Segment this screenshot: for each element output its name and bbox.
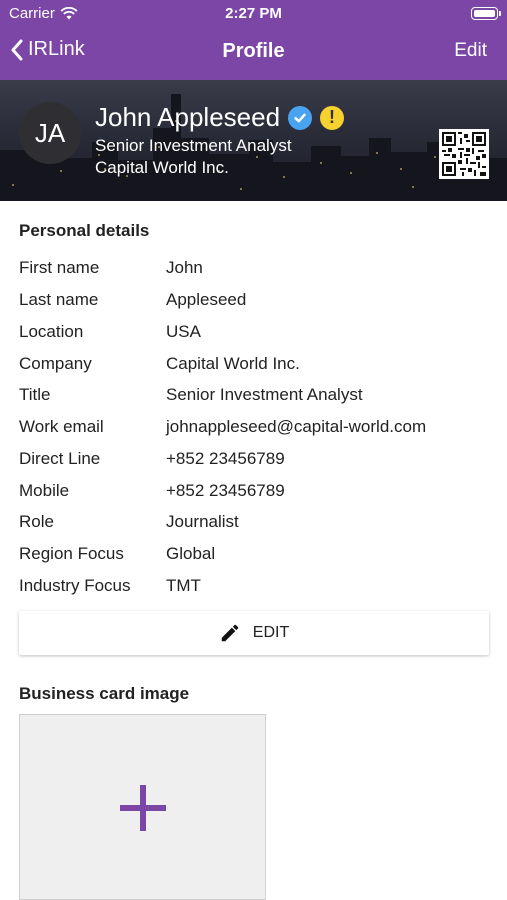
profile-name-row: John Appleseed ! [95,102,345,133]
page-title: Profile [222,40,285,62]
detail-label: Company [19,354,92,373]
detail-label: Title [19,385,51,404]
warning-icon[interactable]: ! [320,105,345,130]
status-bar: Carrier 2:27 PM [0,0,507,28]
qr-code-icon[interactable] [439,129,489,179]
detail-label: Industry Focus [19,576,131,595]
profile-banner: JA John Appleseed ! Senior Investment An… [0,80,507,201]
detail-value: Global [166,544,216,563]
detail-label: Last name [19,290,99,309]
detail-row-direct-line: Direct Line +852 23456789 [0,449,507,481]
detail-row-last-name: Last name Appleseed [0,290,507,322]
plus-icon [120,785,166,831]
detail-value: Journalist [166,512,239,531]
detail-value: Capital World Inc. [166,354,300,373]
detail-row-work-email: Work email johnappleseed@capital-world.c… [0,417,507,449]
detail-row-title: Title Senior Investment Analyst [0,385,507,417]
avatar[interactable]: JA [19,102,81,164]
detail-value: John [166,258,203,277]
detail-row-role: Role Journalist [0,512,507,544]
detail-value: +852 23456789 [166,481,285,500]
detail-value: Senior Investment Analyst [166,385,363,404]
detail-label: Work email [19,417,104,436]
detail-label: First name [19,258,100,277]
detail-label: Mobile [19,481,70,500]
add-business-card-button[interactable] [19,714,266,900]
detail-value: Appleseed [166,290,247,309]
detail-row-mobile: Mobile +852 23456789 [0,481,507,513]
detail-value: TMT [166,576,201,595]
profile-name: John Appleseed [95,102,281,132]
business-card-heading: Business card image [19,684,190,703]
detail-value: johnappleseed@capital-world.com [166,417,427,436]
profile-company: Capital World Inc. [95,158,229,177]
detail-label: Role [19,512,54,531]
navigation-bar: IRLink Profile Edit [0,30,507,76]
detail-row-first-name: First name John [0,258,507,290]
detail-value: +852 23456789 [166,449,285,468]
battery-icon [471,7,501,20]
detail-label: Region Focus [19,544,124,563]
detail-value: USA [166,322,201,341]
detail-row-location: Location USA [0,322,507,354]
edit-nav-button[interactable]: Edit [454,40,487,62]
profile-job-title: Senior Investment Analyst [95,136,292,155]
top-bar: Carrier 2:27 PM IRLink Profile Edit [0,0,507,80]
verified-check-icon [288,105,313,130]
detail-row-company: Company Capital World Inc. [0,354,507,386]
detail-row-region-focus: Region Focus Global [0,544,507,576]
detail-label: Direct Line [19,449,101,468]
status-time: 2:27 PM [225,5,282,22]
personal-details-heading: Personal details [19,221,150,240]
detail-label: Location [19,322,84,341]
edit-details-label: EDIT [252,624,290,641]
edit-details-button[interactable]: EDIT [19,611,489,655]
detail-row-industry-focus: Industry Focus TMT [0,576,507,608]
pencil-icon [221,624,239,642]
